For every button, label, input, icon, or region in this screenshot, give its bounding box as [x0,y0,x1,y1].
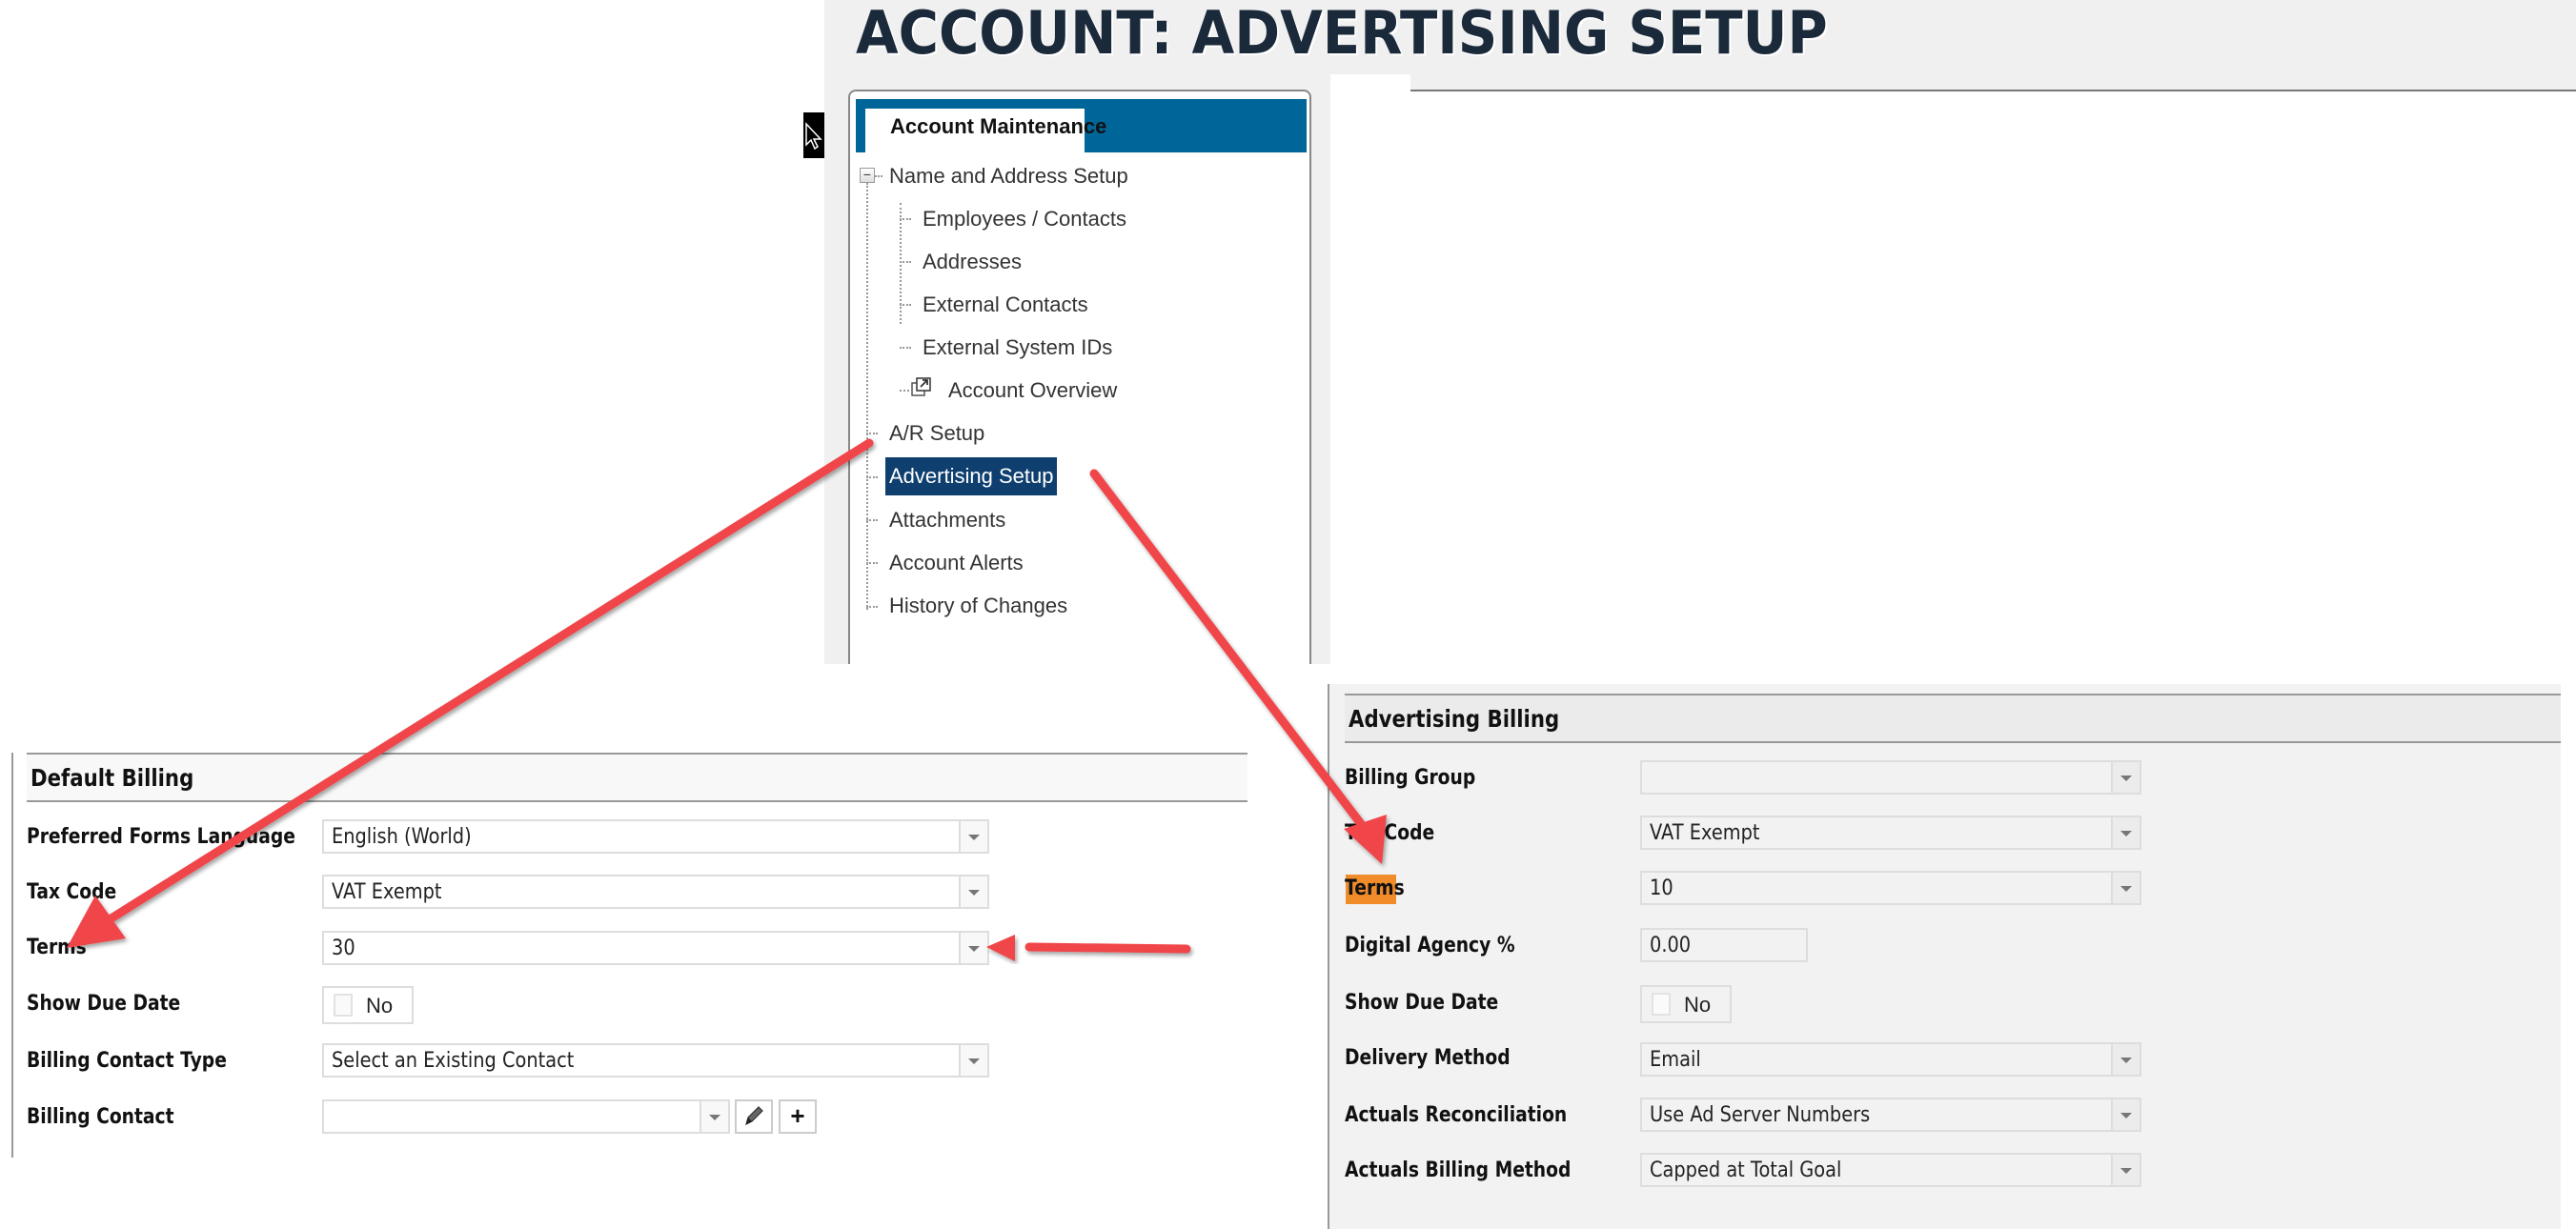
tree-connector [900,347,911,349]
tree-connector [866,476,878,478]
checkbox-icon[interactable] [1652,993,1671,1016]
chevron-down-icon[interactable] [2111,873,2140,903]
digital-agency-pct-label: Digital Agency % [1345,934,1515,957]
content-tab[interactable] [1330,74,1410,91]
actuals-billing-method-label: Actuals Billing Method [1345,1158,1572,1182]
show-due-date-label: Show Due Date [27,992,181,1016]
add-contact-button[interactable]: + [779,1099,817,1134]
advertising-billing-title: Advertising Billing [1349,705,1560,733]
chevron-down-icon[interactable] [2111,1099,2140,1130]
actuals-billing-method-select[interactable]: Capped at Total Goal [1640,1153,2141,1187]
tab-account-maintenance-label: Account Maintenance [890,114,1107,138]
preferred-forms-language-select[interactable]: English (World) [322,819,989,854]
chevron-down-icon[interactable] [700,1101,728,1132]
billing-contact-select[interactable] [322,1099,730,1134]
tree-item-advertising-setup[interactable]: Advertising Setup [885,457,1058,495]
chevron-down-icon[interactable] [2111,817,2140,848]
chevron-down-icon[interactable] [959,876,987,907]
plus-icon: + [790,1101,805,1130]
chevron-down-icon[interactable] [959,933,987,963]
adv-tax-code-label: Tax Code [1345,821,1435,845]
tree-item-account-overview[interactable]: Account Overview [948,374,1117,407]
advertising-billing-panel: Advertising Billing Billing Group Tax Co… [1328,684,2561,1229]
tree-connector [900,218,911,220]
tree-item-attachments[interactable]: Attachments [889,504,1005,536]
actuals-reconciliation-label: Actuals Reconciliation [1345,1103,1568,1127]
tax-code-label: Tax Code [27,880,117,904]
page-title: ACCOUNT: ADVERTISING SETUP [856,0,1828,68]
adv-show-due-date-checkbox[interactable]: No [1640,985,1732,1023]
billing-contact-type-value: Select an Existing Contact [332,1049,575,1073]
adv-terms-value: 10 [1650,876,1673,900]
delivery-method-select[interactable]: Email [1640,1042,2141,1077]
tree-item-name-and-address-setup[interactable]: Name and Address Setup [889,160,1128,192]
preferred-forms-language-label: Preferred Forms Language [27,825,295,849]
edit-contact-button[interactable] [735,1099,773,1134]
billing-contact-type-select[interactable]: Select an Existing Contact [322,1043,989,1078]
tree-connector [866,183,868,610]
billing-contact-type-label: Billing Contact Type [27,1049,227,1073]
adv-show-due-date-value: No [1684,993,1712,1017]
chevron-down-icon[interactable] [2111,762,2140,793]
content-area [1330,90,2576,666]
tree-item-account-alerts[interactable]: Account Alerts [889,547,1024,579]
show-due-date-checkbox[interactable]: No [322,986,414,1024]
adv-terms-label: Terms [1345,876,1405,900]
digital-agency-pct-input[interactable]: 0.00 [1640,928,1808,962]
tax-code-select[interactable]: VAT Exempt [322,875,989,909]
mouse-cursor-icon [803,112,824,158]
delivery-method-value: Email [1650,1048,1701,1072]
tree-header-band: Account Maintenance [856,99,1307,160]
adv-show-due-date-label: Show Due Date [1345,991,1499,1015]
tree-item-ar-setup[interactable]: A/R Setup [889,417,984,450]
preferred-forms-language-value: English (World) [332,825,472,849]
adv-tax-code-value: VAT Exempt [1650,821,1760,845]
terms-label: Terms [27,936,87,959]
advertising-billing-header: Advertising Billing [1345,694,2561,743]
pencil-icon [745,1106,763,1126]
tree-item-addresses[interactable]: Addresses [923,246,1022,278]
tree-connector [875,175,882,177]
tree-item-external-system-ids[interactable]: External System IDs [923,332,1112,364]
adv-tax-code-select[interactable]: VAT Exempt [1640,816,2141,850]
checkbox-icon[interactable] [334,994,353,1017]
tree-connector [900,261,911,263]
chevron-down-icon[interactable] [959,1045,987,1076]
tree-connector [900,304,911,306]
billing-group-select[interactable] [1640,760,2141,795]
tree-item-history-of-changes[interactable]: History of Changes [889,590,1067,622]
tree-connector [866,433,878,434]
terms-select[interactable]: 30 [322,931,989,965]
external-window-icon [911,376,931,396]
show-due-date-value: No [366,994,394,1017]
actuals-billing-method-value: Capped at Total Goal [1650,1158,1842,1182]
tree-connector [866,606,878,608]
tree-connector [866,519,878,521]
billing-group-label: Billing Group [1345,766,1476,790]
account-maintenance-tree: Account Maintenance − Name and Address S… [848,90,1311,664]
tree-item-external-contacts[interactable]: External Contacts [923,289,1088,321]
default-billing-title: Default Billing [30,764,194,792]
account-maintenance-window: ACCOUNT: ADVERTISING SETUP Account Maint… [803,0,2576,666]
chevron-down-icon[interactable] [2111,1155,2140,1185]
tree-connector [900,390,909,392]
tax-code-value: VAT Exempt [332,880,442,904]
default-billing-header: Default Billing [27,753,1247,802]
tree-connector [866,562,878,564]
terms-value: 30 [332,937,355,960]
chevron-down-icon[interactable] [959,821,987,852]
tree-item-employees-contacts[interactable]: Employees / Contacts [923,203,1126,235]
chevron-down-icon[interactable] [2111,1044,2140,1075]
digital-agency-pct-value: 0.00 [1650,934,1692,957]
collapse-toggle-icon[interactable]: − [860,168,875,183]
billing-contact-label: Billing Contact [27,1105,174,1129]
adv-terms-select[interactable]: 10 [1640,871,2141,905]
actuals-reconciliation-select[interactable]: Use Ad Server Numbers [1640,1098,2141,1132]
actuals-reconciliation-value: Use Ad Server Numbers [1650,1103,1871,1127]
delivery-method-label: Delivery Method [1345,1046,1511,1070]
default-billing-panel: Default Billing Preferred Forms Language… [11,753,1247,1158]
